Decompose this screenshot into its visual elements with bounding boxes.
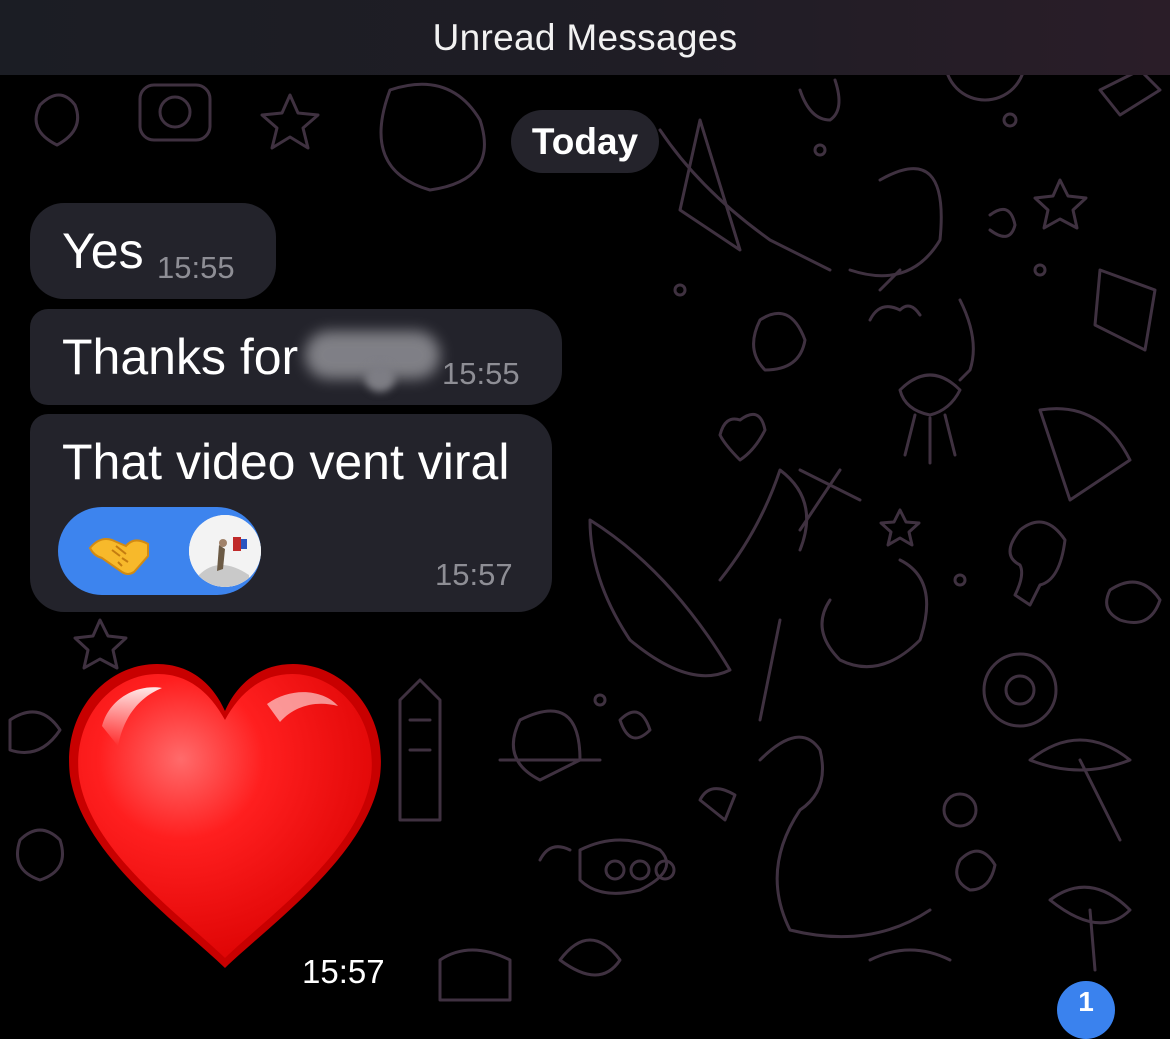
reactor-avatar xyxy=(189,515,261,587)
message-time: 15:57 xyxy=(435,557,513,592)
reaction-chip[interactable] xyxy=(58,507,261,595)
message-bubble[interactable]: That video vent viral 15:57 xyxy=(30,414,552,612)
redacted-blur xyxy=(365,364,395,392)
unread-count: 1 xyxy=(1078,986,1094,1017)
avatar-image xyxy=(189,515,261,587)
message-text: That video vent viral xyxy=(62,434,510,490)
message-time: 15:55 xyxy=(157,250,235,285)
handshake-icon xyxy=(88,538,149,575)
message-bubble[interactable]: Thanks for 15:55 xyxy=(30,309,562,405)
date-separator-label: Today xyxy=(531,120,639,162)
header-title: Unread Messages xyxy=(432,16,738,58)
unread-count-badge[interactable]: 1 xyxy=(1057,981,1115,1039)
message-text: Thanks for xyxy=(62,329,299,385)
message-time: 15:57 xyxy=(302,953,385,990)
date-separator: Today xyxy=(511,110,659,173)
message-bubble[interactable]: Yes 15:55 xyxy=(30,203,276,299)
message-time: 15:55 xyxy=(442,356,520,391)
message-text: Yes xyxy=(62,223,144,279)
top-bar: Unread Messages xyxy=(0,0,1170,75)
red-heart-icon[interactable] xyxy=(62,656,388,976)
